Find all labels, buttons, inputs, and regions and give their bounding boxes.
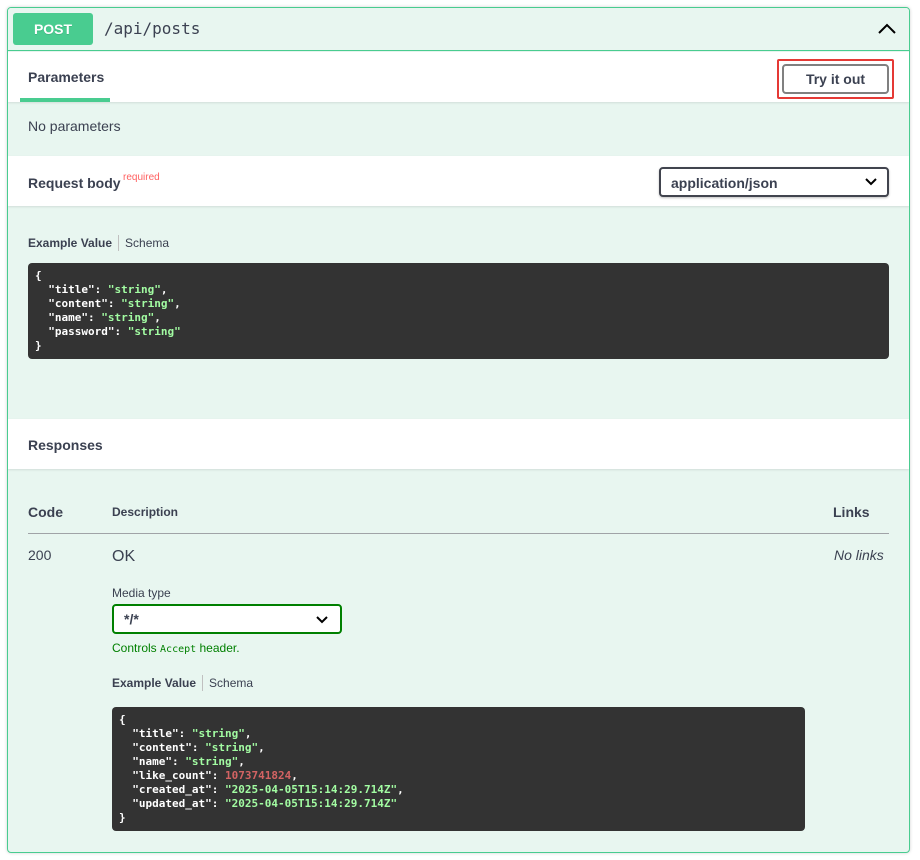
media-type-value: */*	[124, 611, 139, 627]
method-badge: POST	[13, 13, 93, 45]
content-type-select[interactable]: application/json	[659, 167, 889, 197]
code-line: "updated_at": "2025-04-05T15:14:29.714Z"	[119, 797, 398, 810]
tab-example-value[interactable]: Example Value	[28, 236, 118, 250]
responses-title: Responses	[28, 437, 103, 453]
chevron-down-icon	[865, 178, 877, 186]
response-example-tabs: Example Value Schema	[112, 675, 253, 691]
response-description: OK	[112, 548, 136, 565]
controls-suffix: header.	[199, 641, 240, 655]
code-line: "name": "string",	[35, 311, 161, 324]
accept-code: Accept	[160, 644, 197, 655]
chevron-down-icon	[316, 616, 328, 624]
request-body-title: Request body	[28, 175, 121, 191]
code-line: "title": "string",	[119, 727, 252, 740]
tab-example-value[interactable]: Example Value	[112, 676, 202, 690]
tab-schema[interactable]: Schema	[203, 676, 253, 690]
content-type-value: application/json	[671, 175, 778, 191]
code-line: "content": "string",	[119, 741, 265, 754]
code-line: "created_at": "2025-04-05T15:14:29.714Z"…	[119, 783, 404, 796]
table-header-divider	[28, 533, 889, 534]
operation-block-post-api-posts: POST /api/posts Parameters Try it out No…	[7, 7, 910, 853]
endpoint-path: /api/posts	[104, 19, 201, 38]
response-links: No links	[834, 547, 884, 563]
code-line: "password": "string"	[35, 325, 181, 338]
response-code: 200	[28, 547, 52, 563]
required-label: required	[123, 172, 160, 183]
tab-parameters[interactable]: Parameters	[28, 69, 104, 85]
controls-accept-note: Controls Accept header.	[112, 641, 240, 655]
column-header-description: Description	[112, 505, 179, 519]
code-line: "title": "string",	[35, 283, 168, 296]
code-line: "name": "string",	[119, 755, 245, 768]
highlight-outline: Try it out	[777, 59, 894, 99]
chevron-up-icon[interactable]	[876, 18, 898, 40]
column-header-links: Links	[833, 504, 870, 520]
response-example-code: { "title": "string", "content": "string"…	[112, 707, 805, 831]
operation-summary[interactable]: POST /api/posts	[8, 8, 909, 51]
request-body-header: Request body required application/json	[8, 156, 909, 206]
code-line: "content": "string",	[35, 297, 181, 310]
request-example-code: { "title": "string", "content": "string"…	[28, 263, 889, 359]
tab-schema[interactable]: Schema	[119, 236, 169, 250]
column-header-code: Code	[28, 504, 63, 520]
media-type-select[interactable]: */*	[112, 604, 342, 634]
no-parameters-text: No parameters	[28, 118, 121, 134]
responses-header: Responses	[8, 419, 909, 469]
request-example-tabs: Example Value Schema	[28, 235, 169, 251]
media-type-label: Media type	[112, 586, 171, 600]
controls-prefix: Controls	[112, 641, 157, 655]
code-line: "like_count": 1073741824,	[119, 769, 298, 782]
parameters-header: Parameters Try it out	[8, 52, 909, 102]
try-it-out-button[interactable]: Try it out	[782, 64, 889, 94]
tab-active-indicator	[20, 98, 110, 102]
